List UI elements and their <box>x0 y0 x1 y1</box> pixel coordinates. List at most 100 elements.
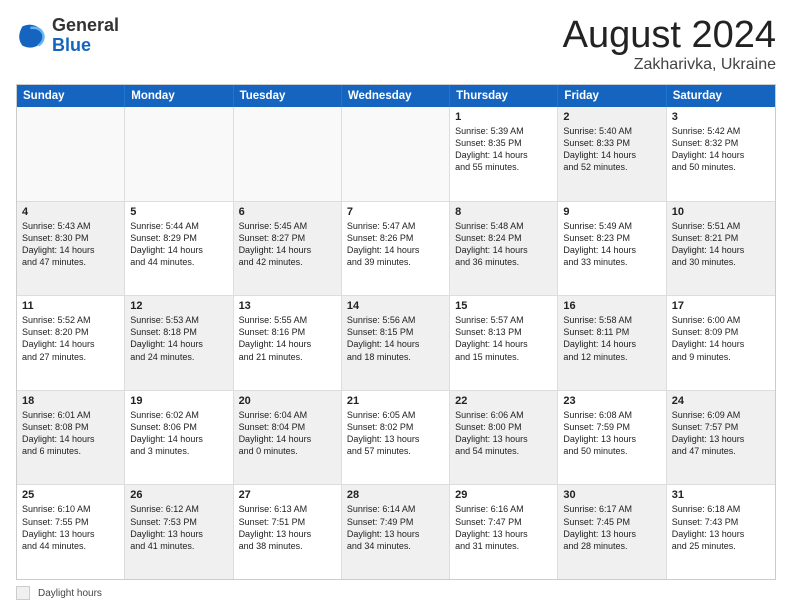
cell-info: Sunrise: 5:47 AM Sunset: 8:26 PM Dayligh… <box>347 220 444 269</box>
calendar-row: 18Sunrise: 6:01 AM Sunset: 8:08 PM Dayli… <box>17 391 775 486</box>
legend-label: Daylight hours <box>38 588 102 599</box>
header-monday: Monday <box>125 85 233 107</box>
day-number: 20 <box>239 395 336 407</box>
cell-info: Sunrise: 6:08 AM Sunset: 7:59 PM Dayligh… <box>563 409 660 458</box>
cell-info: Sunrise: 6:02 AM Sunset: 8:06 PM Dayligh… <box>130 409 227 458</box>
table-row: 25 Sunrise: 6:10 AM Sunset: 7:55 PM Dayli… <box>17 485 125 579</box>
header-wednesday: Wednesday <box>342 85 450 107</box>
day-number: 29 <box>455 489 552 501</box>
header-thursday: Thursday <box>450 85 558 107</box>
table-row: 8 Sunrise: 5:48 AM Sunset: 8:24 PM Daylig… <box>450 202 558 296</box>
table-row: 16Sunrise: 5:58 AM Sunset: 8:11 PM Dayli… <box>558 296 666 390</box>
table-row: 23 Sunrise: 6:08 AM Sunset: 7:59 PM Dayli… <box>558 391 666 485</box>
logo-general-text: General <box>52 16 119 36</box>
table-row: 29Sunrise: 6:16 AM Sunset: 7:47 PM Dayli… <box>450 485 558 579</box>
header-tuesday: Tuesday <box>234 85 342 107</box>
cell-info: Sunrise: 6:17 AM Sunset: 7:45 PM Dayligh… <box>563 503 660 552</box>
cell-info: Sunrise: 5:44 AM Sunset: 8:29 PM Dayligh… <box>130 220 227 269</box>
logo: General Blue <box>16 16 119 56</box>
logo-text: General Blue <box>52 16 119 56</box>
cell-info: Sunrise: 5:51 AM Sunset: 8:21 PM Dayligh… <box>672 220 770 269</box>
day-number: 8 <box>455 206 552 218</box>
calendar: Sunday Monday Tuesday Wednesday Thursday… <box>16 84 776 580</box>
table-row: 13 Sunrise: 5:55 AM Sunset: 8:16 PM Dayli… <box>234 296 342 390</box>
table-row: 19 Sunrise: 6:02 AM Sunset: 8:06 PM Dayli… <box>125 391 233 485</box>
table-row: 20 Sunrise: 6:04 AM Sunset: 8:04 PM Dayli… <box>234 391 342 485</box>
cell-info: Sunrise: 5:45 AM Sunset: 8:27 PM Dayligh… <box>239 220 336 269</box>
table-row: 11 Sunrise: 5:52 AM Sunset: 8:20 PM Dayli… <box>17 296 125 390</box>
table-row: 6 Sunrise: 5:45 AM Sunset: 8:27 PM Daylig… <box>234 202 342 296</box>
title-location: Zakharivka, Ukraine <box>563 56 776 74</box>
table-row: 15 Sunrise: 5:57 AM Sunset: 8:13 PM Dayli… <box>450 296 558 390</box>
day-number: 14 <box>347 300 444 312</box>
cell-info: Sunrise: 6:04 AM Sunset: 8:04 PM Dayligh… <box>239 409 336 458</box>
day-number: 28 <box>347 489 444 501</box>
header-sunday: Sunday <box>17 85 125 107</box>
day-number: 25 <box>22 489 119 501</box>
header-saturday: Saturday <box>667 85 775 107</box>
calendar-row: 11 Sunrise: 5:52 AM Sunset: 8:20 PM Dayli… <box>17 296 775 391</box>
table-row: 12Sunrise: 5:53 AM Sunset: 8:18 PM Dayli… <box>125 296 233 390</box>
day-number: 23 <box>563 395 660 407</box>
cell-info: Sunrise: 6:14 AM Sunset: 7:49 PM Dayligh… <box>347 503 444 552</box>
day-number: 24 <box>672 395 770 407</box>
day-number: 11 <box>22 300 119 312</box>
day-number: 2 <box>563 111 660 123</box>
day-number: 1 <box>455 111 552 123</box>
legend-swatch <box>16 586 30 600</box>
page: General Blue August 2024 Zakharivka, Ukr… <box>0 0 792 612</box>
table-row: 14 Sunrise: 5:56 AM Sunset: 8:15 PM Dayli… <box>342 296 450 390</box>
day-number: 21 <box>347 395 444 407</box>
day-number: 3 <box>672 111 770 123</box>
day-number: 26 <box>130 489 227 501</box>
table-row: 28 Sunrise: 6:14 AM Sunset: 7:49 PM Dayli… <box>342 485 450 579</box>
day-number: 27 <box>239 489 336 501</box>
table-row <box>234 107 342 201</box>
day-number: 6 <box>239 206 336 218</box>
cell-info: Sunrise: 5:56 AM Sunset: 8:15 PM Dayligh… <box>347 314 444 363</box>
day-number: 30 <box>563 489 660 501</box>
cell-info: Sunrise: 6:01 AM Sunset: 8:08 PM Dayligh… <box>22 409 119 458</box>
day-number: 7 <box>347 206 444 218</box>
legend: Daylight hours <box>16 586 776 600</box>
cell-info: Sunrise: 6:05 AM Sunset: 8:02 PM Dayligh… <box>347 409 444 458</box>
day-number: 5 <box>130 206 227 218</box>
table-row <box>125 107 233 201</box>
day-number: 10 <box>672 206 770 218</box>
day-number: 19 <box>130 395 227 407</box>
cell-info: Sunrise: 5:57 AM Sunset: 8:13 PM Dayligh… <box>455 314 552 363</box>
table-row <box>17 107 125 201</box>
table-row: 22 Sunrise: 6:06 AM Sunset: 8:00 PM Dayli… <box>450 391 558 485</box>
header: General Blue August 2024 Zakharivka, Ukr… <box>16 16 776 74</box>
cell-info: Sunrise: 5:49 AM Sunset: 8:23 PM Dayligh… <box>563 220 660 269</box>
cell-info: Sunrise: 5:39 AM Sunset: 8:35 PM Dayligh… <box>455 125 552 174</box>
day-number: 15 <box>455 300 552 312</box>
day-number: 4 <box>22 206 119 218</box>
table-row: 7 Sunrise: 5:47 AM Sunset: 8:26 PM Daylig… <box>342 202 450 296</box>
day-number: 16 <box>563 300 660 312</box>
cell-info: Sunrise: 6:10 AM Sunset: 7:55 PM Dayligh… <box>22 503 119 552</box>
day-number: 17 <box>672 300 770 312</box>
table-row: 2Sunrise: 5:40 AM Sunset: 8:33 PM Daylig… <box>558 107 666 201</box>
cell-info: Sunrise: 5:52 AM Sunset: 8:20 PM Dayligh… <box>22 314 119 363</box>
cell-info: Sunrise: 6:00 AM Sunset: 8:09 PM Dayligh… <box>672 314 770 363</box>
table-row <box>342 107 450 201</box>
calendar-row: 25 Sunrise: 6:10 AM Sunset: 7:55 PM Dayli… <box>17 485 775 579</box>
table-row: 9 Sunrise: 5:49 AM Sunset: 8:23 PM Daylig… <box>558 202 666 296</box>
cell-info: Sunrise: 5:55 AM Sunset: 8:16 PM Dayligh… <box>239 314 336 363</box>
cell-info: Sunrise: 5:48 AM Sunset: 8:24 PM Dayligh… <box>455 220 552 269</box>
table-row: 4 Sunrise: 5:43 AM Sunset: 8:30 PM Daylig… <box>17 202 125 296</box>
day-number: 9 <box>563 206 660 218</box>
cell-info: Sunrise: 6:06 AM Sunset: 8:00 PM Dayligh… <box>455 409 552 458</box>
cell-info: Sunrise: 6:12 AM Sunset: 7:53 PM Dayligh… <box>130 503 227 552</box>
day-number: 13 <box>239 300 336 312</box>
day-number: 22 <box>455 395 552 407</box>
calendar-row: 1 Sunrise: 5:39 AM Sunset: 8:35 PM Daylig… <box>17 107 775 202</box>
table-row: 1 Sunrise: 5:39 AM Sunset: 8:35 PM Daylig… <box>450 107 558 201</box>
title-block: August 2024 Zakharivka, Ukraine <box>563 16 776 74</box>
cell-info: Sunrise: 5:43 AM Sunset: 8:30 PM Dayligh… <box>22 220 119 269</box>
logo-blue-text: Blue <box>52 36 119 56</box>
table-row: 3Sunrise: 5:42 AM Sunset: 8:32 PM Daylig… <box>667 107 775 201</box>
table-row: 24Sunrise: 6:09 AM Sunset: 7:57 PM Dayli… <box>667 391 775 485</box>
calendar-header: Sunday Monday Tuesday Wednesday Thursday… <box>17 85 775 107</box>
